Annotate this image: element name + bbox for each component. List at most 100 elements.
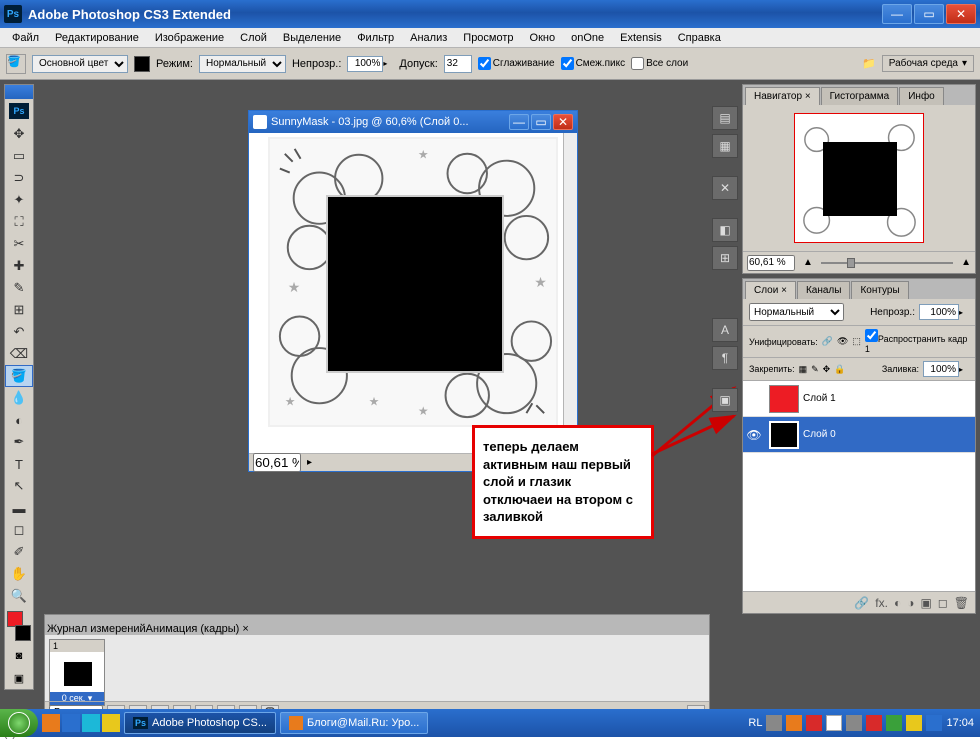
- dock-icon-2[interactable]: ▦: [712, 134, 738, 158]
- lang-indicator[interactable]: RL: [748, 717, 762, 729]
- doc-maximize[interactable]: ▭: [531, 114, 551, 130]
- canvas[interactable]: ★★ ★★ ★★: [268, 137, 558, 427]
- menu-layer[interactable]: Слой: [232, 30, 275, 46]
- history-brush-tool[interactable]: ↶: [5, 321, 33, 343]
- wand-tool[interactable]: ✦: [5, 189, 33, 211]
- lasso-tool[interactable]: ⊃: [5, 167, 33, 189]
- color-swatches[interactable]: [7, 611, 31, 641]
- tray-icon-9[interactable]: [926, 715, 942, 731]
- tab-measure-log[interactable]: Журнал измерений: [47, 623, 146, 635]
- bucket-tool-icon[interactable]: 🪣: [6, 54, 26, 74]
- lock-all-icon[interactable]: 🔒: [834, 364, 845, 375]
- ql-icon-2[interactable]: [62, 714, 80, 732]
- foreground-swatch[interactable]: [134, 56, 150, 72]
- layer-opacity-input[interactable]: [919, 304, 959, 320]
- move-tool[interactable]: ✥: [5, 123, 33, 145]
- dock-icon-4[interactable]: ◧: [712, 218, 738, 242]
- background-color[interactable]: [15, 625, 31, 641]
- tab-info[interactable]: Инфо: [899, 87, 944, 105]
- menu-view[interactable]: Просмотр: [455, 30, 521, 46]
- unify-icon-1[interactable]: 🔗: [822, 336, 833, 347]
- doc-close[interactable]: ✕: [553, 114, 573, 130]
- menu-edit[interactable]: Редактирование: [47, 30, 147, 46]
- new-layer-icon[interactable]: ◻: [938, 596, 948, 610]
- tolerance-input[interactable]: [444, 55, 472, 73]
- doc-scrollbar-v[interactable]: [563, 133, 577, 453]
- tab-navigator[interactable]: Навигатор ×: [745, 87, 820, 105]
- layer-mask-icon[interactable]: ◐: [894, 596, 901, 610]
- tray-icon-4[interactable]: [826, 715, 842, 731]
- close-button[interactable]: ✕: [946, 4, 976, 24]
- maximize-button[interactable]: ▭: [914, 4, 944, 24]
- hand-tool[interactable]: ✋: [5, 563, 33, 585]
- dock-icon-8[interactable]: ▣: [712, 388, 738, 412]
- navigator-preview[interactable]: [794, 113, 924, 243]
- quickmask-toggle[interactable]: ◙: [5, 645, 33, 667]
- notes-tool[interactable]: ◻: [5, 519, 33, 541]
- blur-tool[interactable]: 💧: [5, 387, 33, 409]
- contiguous-checkbox[interactable]: Смеж.пикс: [561, 57, 626, 70]
- doc-zoom-input[interactable]: [253, 453, 301, 472]
- stamp-tool[interactable]: ⊞: [5, 299, 33, 321]
- menu-help[interactable]: Справка: [670, 30, 729, 46]
- minimize-button[interactable]: —: [882, 4, 912, 24]
- adjustment-layer-icon[interactable]: ◑: [907, 596, 914, 610]
- tray-icon-1[interactable]: [766, 715, 782, 731]
- menu-analysis[interactable]: Анализ: [402, 30, 455, 46]
- menu-image[interactable]: Изображение: [147, 30, 232, 46]
- blend-mode-select[interactable]: Нормальный: [199, 55, 286, 73]
- type-tool[interactable]: T: [5, 453, 33, 475]
- tab-paths[interactable]: Контуры: [851, 281, 908, 299]
- task-browser[interactable]: Блоги@Mail.Ru: Уро...: [280, 712, 428, 734]
- propagate-checkbox[interactable]: Распространить кадр 1: [865, 329, 969, 354]
- link-layers-icon[interactable]: 🔗: [854, 596, 869, 610]
- path-tool[interactable]: ↖: [5, 475, 33, 497]
- menu-filter[interactable]: Фильтр: [349, 30, 402, 46]
- workspace-button[interactable]: Рабочая среда ▾: [882, 55, 974, 72]
- anim-frame-1[interactable]: 1 0 сек. ▾: [49, 639, 105, 706]
- antialias-checkbox[interactable]: Сглаживание: [478, 57, 555, 70]
- tab-animation[interactable]: Анимация (кадры) ×: [146, 623, 249, 635]
- dock-icon-6[interactable]: A: [712, 318, 738, 342]
- brush-tool[interactable]: ✎: [5, 277, 33, 299]
- ql-icon-3[interactable]: [82, 714, 100, 732]
- heal-tool[interactable]: ✚: [5, 255, 33, 277]
- tray-icon-3[interactable]: [806, 715, 822, 731]
- shape-tool[interactable]: ▬: [5, 497, 33, 519]
- dock-icon-3[interactable]: ✕: [712, 176, 738, 200]
- opacity-input[interactable]: [347, 56, 383, 72]
- tab-layers[interactable]: Слои ×: [745, 281, 796, 299]
- tray-icon-2[interactable]: [786, 715, 802, 731]
- ql-icon-4[interactable]: [102, 714, 120, 732]
- tray-icon-8[interactable]: [906, 715, 922, 731]
- zoom-in-icon[interactable]: ▲: [961, 257, 971, 268]
- dock-icon-5[interactable]: ⊞: [712, 246, 738, 270]
- layer-blend-select[interactable]: Нормальный: [749, 303, 844, 321]
- zoom-tool[interactable]: 🔍: [5, 585, 33, 607]
- layer-row-1[interactable]: Слой 1: [743, 381, 975, 417]
- doc-info-icon[interactable]: ▸: [307, 457, 312, 468]
- menu-extensis[interactable]: Extensis: [612, 30, 670, 46]
- pen-tool[interactable]: ✒: [5, 431, 33, 453]
- marquee-tool[interactable]: ▭: [5, 145, 33, 167]
- dodge-tool[interactable]: ◐: [5, 409, 33, 431]
- menu-file[interactable]: Файл: [4, 30, 47, 46]
- unify-icon-3[interactable]: ⬚: [852, 336, 861, 347]
- start-button[interactable]: [0, 709, 38, 737]
- menu-window[interactable]: Окно: [522, 30, 564, 46]
- task-photoshop[interactable]: Ps Adobe Photoshop CS...: [124, 712, 276, 734]
- menu-select[interactable]: Выделение: [275, 30, 349, 46]
- layer-visibility-0[interactable]: 👁: [743, 428, 765, 442]
- nav-zoom-slider[interactable]: [821, 262, 953, 264]
- go-bridge-icon[interactable]: 📁: [862, 57, 876, 70]
- bucket-tool[interactable]: 🪣: [5, 365, 33, 387]
- menu-onone[interactable]: onOne: [563, 30, 612, 46]
- dock-icon-1[interactable]: ▤: [712, 106, 738, 130]
- layer-row-0[interactable]: 👁 Слой 0: [743, 417, 975, 453]
- clock[interactable]: 17:04: [946, 717, 974, 729]
- eyedropper-tool[interactable]: ✐: [5, 541, 33, 563]
- tab-histogram[interactable]: Гистограмма: [821, 87, 899, 105]
- dock-icon-7[interactable]: ¶: [712, 346, 738, 370]
- layer-thumb-1[interactable]: [769, 385, 799, 413]
- fill-source-select[interactable]: Основной цвет: [32, 55, 128, 73]
